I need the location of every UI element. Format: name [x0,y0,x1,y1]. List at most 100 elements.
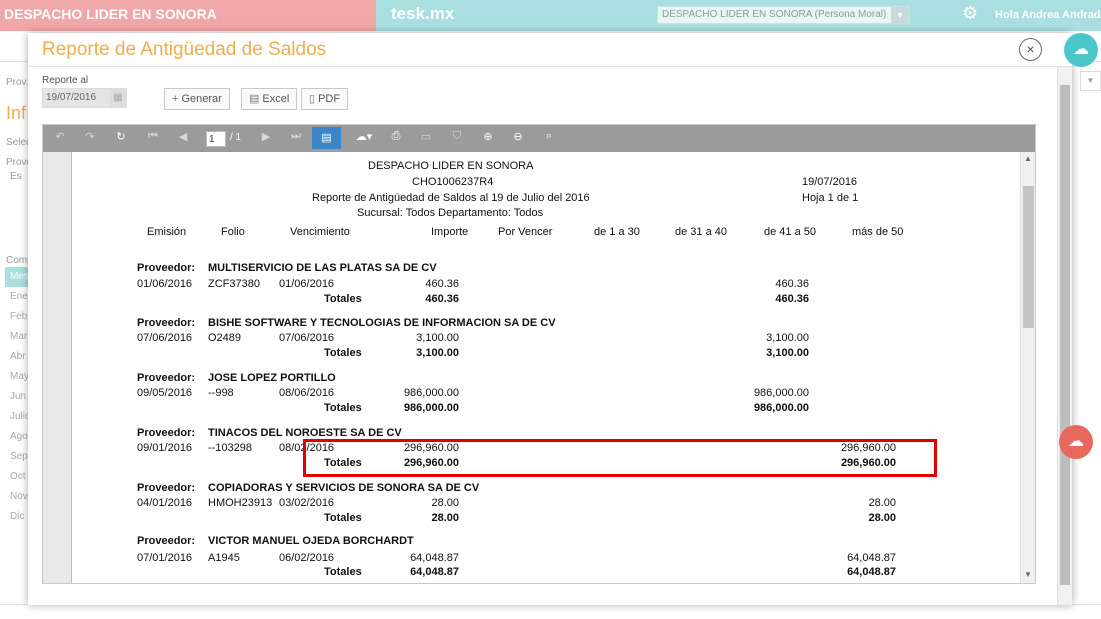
column-header-por-vencer: Por Vencer [498,226,553,238]
row-bucket: 28.00 [868,497,896,509]
top-bar: DESPACHO LIDER EN SONORA tesk.mx DESPACH… [0,0,1101,31]
totales-label: Totales [324,347,362,359]
proveedor-name: VICTOR MANUEL OJEDA BORCHARDT [208,535,414,547]
row-importe: 3,100.00 [416,332,459,344]
totales-label: Totales [324,402,362,414]
row-emision: 09/01/2016 [137,442,193,454]
row-bucket: 3,100.00 [766,332,809,344]
first-page-icon[interactable]: ⏮ [144,130,162,143]
redo-icon[interactable]: ↷ [81,130,99,143]
export-cloud-icon[interactable]: ☁▾ [349,130,379,143]
month-list: Mes Ene Feb Mar Abr May Jun Julio Ago Se… [5,267,31,527]
month-item[interactable]: Ago [5,427,29,447]
column-header-31-40: de 31 a 40 [675,226,727,238]
company-select-value: DESPACHO LIDER EN SONORA (Persona Moral) [662,9,887,20]
total-importe: 3,100.00 [416,347,459,359]
month-item[interactable]: Jun [5,387,29,407]
cloud-icon[interactable]: ☁ [1064,33,1098,67]
search-icon[interactable]: ⌕ [540,130,558,143]
page-total: / 1 [230,132,242,143]
row-folio: A1945 [208,552,240,564]
prev-page-icon[interactable]: ◀ [174,130,192,143]
column-header-folio: Folio [221,226,245,238]
month-item[interactable]: Julio [5,407,31,427]
month-item[interactable]: Nov [5,487,29,507]
close-icon[interactable]: × [1019,38,1042,61]
row-emision: 07/06/2016 [137,332,193,344]
proveedor-name: MULTISERVICIO DE LAS PLATAS SA DE CV [208,262,437,274]
report-page: DESPACHO LIDER EN SONORA CHO1006237R4 19… [71,152,1020,583]
column-header-emision: Emisión [147,226,187,238]
excel-file-icon: ▤ [249,93,260,105]
row-vencimiento: 06/02/2016 [279,552,335,564]
generate-button[interactable]: + Generar [164,88,230,110]
pdf-button[interactable]: ▯ PDF [301,88,349,110]
generate-label: Generar [181,93,222,105]
proveedor-label: Proveedor: [137,427,196,439]
month-item[interactable]: May [5,367,29,387]
total-bucket: 986,000.00 [753,402,809,414]
report-modal: Reporte de Antigüedad de Saldos × Report… [28,33,1072,605]
page-number-input[interactable] [206,131,226,147]
month-item[interactable]: Dic [5,507,29,527]
excel-label: Excel [262,93,290,105]
excel-button[interactable]: ▤ Excel [241,88,298,110]
modal-scrollbar[interactable] [1057,67,1072,605]
total-bucket: 3,100.00 [766,347,809,359]
next-page-icon[interactable]: ▶ [257,130,275,143]
month-item[interactable]: Mar [5,327,29,347]
row-emision: 04/01/2016 [137,497,193,509]
row-bucket: 460.36 [775,278,809,290]
zoom-in-icon[interactable]: ⊕ [479,130,497,143]
report-date-input[interactable]: 19/07/2016 ▦ [42,88,127,108]
scroll-thumb[interactable] [1060,85,1070,585]
column-header-mas-50: más de 50 [852,226,904,238]
row-vencimiento: 03/02/2016 [279,497,335,509]
chevron-down-icon: ▼ [891,7,909,23]
viewer-toolbar: ↶ ↷ ↻ ⏮ ◀ / 1 ▶ ⏭ ▤ ☁▾ ⎙ ▭ ⛉ ⊕ ⊖ ⌕ [43,125,1035,152]
month-item[interactable]: Sep [5,447,29,467]
company-select[interactable]: DESPACHO LIDER EN SONORA (Persona Moral)… [657,6,910,24]
report-viewer: ↶ ↷ ↻ ⏮ ◀ / 1 ▶ ⏭ ▤ ☁▾ ⎙ ▭ ⛉ ⊕ ⊖ ⌕ DESPA… [42,124,1036,584]
proveedor-label: Proveedor: [137,262,196,274]
viewer-scrollbar[interactable]: ▲ ▼ [1020,152,1035,583]
brand-logo[interactable]: tesk.mx [391,4,454,24]
month-item[interactable]: Feb [5,307,29,327]
proveedor-name: BISHE SOFTWARE Y TECNOLOGIAS DE INFORMAC… [208,317,556,329]
total-importe: 986,000.00 [403,402,459,414]
layout-icon[interactable]: ▭ [417,130,435,143]
gear-icon[interactable]: ⚙ [962,3,978,24]
month-item[interactable]: Ene [5,287,29,307]
total-importe: 460.36 [425,293,459,305]
row-emision: 01/06/2016 [137,278,193,290]
proveedor-name: JOSE LOPEZ PORTILLO [208,372,336,384]
scroll-thumb[interactable] [1023,186,1034,328]
month-item[interactable]: Oct [5,467,29,487]
proveedor-name: TINACOS DEL NOROESTE SA DE CV [208,427,402,439]
scroll-up-icon[interactable]: ▲ [1024,154,1032,163]
user-greeting[interactable]: Hola Andrea Andrade [995,9,1101,21]
totales-label: Totales [324,566,362,578]
month-item[interactable]: Abr [5,347,29,367]
proveedor-label: Proveedor: [137,317,196,329]
calendar-icon[interactable]: ▦ [110,89,126,107]
zoom-out-icon[interactable]: ⊖ [509,130,527,143]
scroll-down-icon[interactable]: ▼ [1024,570,1032,579]
filter-icon[interactable]: ⛉ [448,130,466,143]
cloud-alert-icon[interactable]: ☁ [1059,425,1093,459]
row-folio: HMOH23913 [208,497,273,509]
last-page-icon[interactable]: ⏭ [287,130,305,143]
total-bucket: 64,048.87 [847,566,896,578]
undo-icon[interactable]: ↶ [51,130,69,143]
column-header-41-50: de 41 a 50 [764,226,816,238]
proveedor-label: Proveedor: [137,372,196,384]
modal-title: Reporte de Antigüedad de Saldos [42,39,327,60]
row-importe: 986,000.00 [403,387,459,399]
document-view-icon[interactable]: ▤ [312,127,341,149]
total-importe: 64,048.87 [410,566,459,578]
refresh-icon[interactable]: ↻ [112,130,130,143]
chevron-down-icon[interactable]: ▼ [1080,71,1101,91]
plus-icon: + [172,93,179,105]
print-icon[interactable]: ⎙ [387,130,405,143]
report-company: DESPACHO LIDER EN SONORA [368,160,534,172]
